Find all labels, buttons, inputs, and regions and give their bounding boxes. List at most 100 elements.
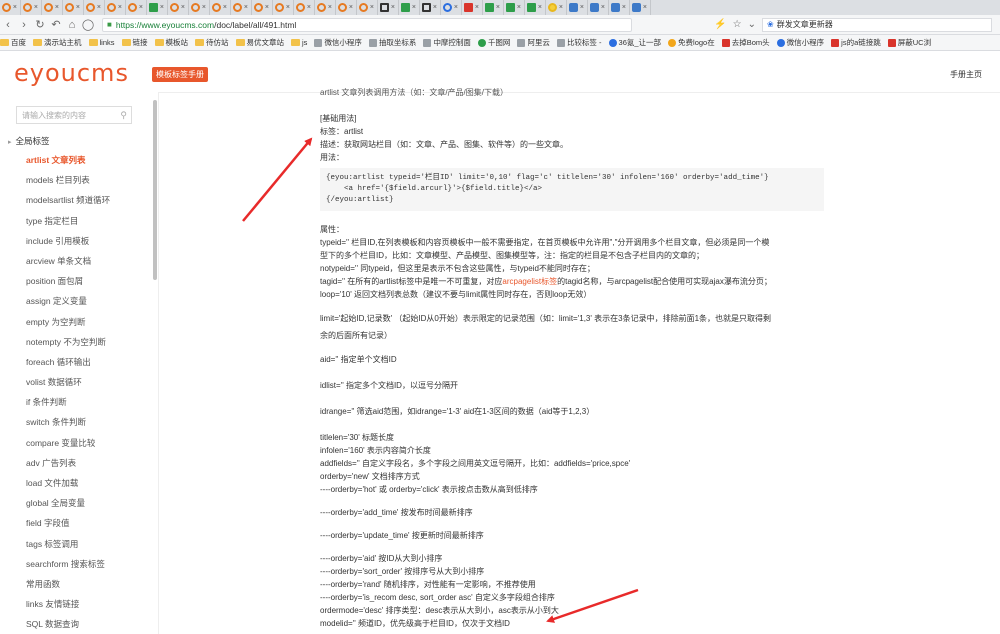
- sidebar-item[interactable]: if 条件判断: [26, 396, 110, 416]
- bookmark-item[interactable]: 链接: [121, 37, 148, 48]
- tab-close-icon[interactable]: ×: [160, 4, 164, 11]
- sidebar-item[interactable]: models 栏目列表: [26, 174, 110, 194]
- tab-close-icon[interactable]: ×: [55, 4, 59, 11]
- bookmark-item[interactable]: links: [88, 38, 115, 47]
- browser-tab[interactable]: ×: [441, 0, 462, 15]
- tab-close-icon[interactable]: ×: [559, 4, 563, 11]
- back-icon[interactable]: ‹: [0, 19, 16, 31]
- sidebar-item[interactable]: 常用函数: [26, 578, 110, 598]
- tab-close-icon[interactable]: ×: [328, 4, 332, 11]
- sidebar-item[interactable]: position 面包屑: [26, 275, 110, 295]
- tab-close-icon[interactable]: ×: [601, 4, 605, 11]
- tab-close-icon[interactable]: ×: [244, 4, 248, 11]
- browser-tab[interactable]: ×: [504, 0, 525, 15]
- manual-badge[interactable]: 模板标签手册: [152, 67, 208, 82]
- sidebar-item[interactable]: volist 数据循环: [26, 376, 110, 396]
- browser-tab[interactable]: ×: [588, 0, 609, 15]
- tab-close-icon[interactable]: ×: [307, 4, 311, 11]
- browser-tab[interactable]: ×: [63, 0, 84, 15]
- browser-tab[interactable]: ×: [609, 0, 630, 15]
- browser-tab[interactable]: ×: [483, 0, 504, 15]
- tab-close-icon[interactable]: ×: [517, 4, 521, 11]
- sidebar-search-input[interactable]: 请输入搜索的内容 ⚲: [16, 106, 132, 124]
- browser-tab[interactable]: ×: [567, 0, 588, 15]
- sidebar-item[interactable]: type 指定栏目: [26, 215, 110, 235]
- bookmark-item[interactable]: 千图网: [477, 37, 510, 48]
- sidebar-item[interactable]: field 字段值: [26, 517, 110, 537]
- bookmark-item[interactable]: 中摩控制面: [423, 37, 471, 48]
- search-icon[interactable]: ⚲: [120, 110, 127, 121]
- browser-tab[interactable]: ×: [357, 0, 378, 15]
- browser-tab[interactable]: ×: [630, 0, 651, 15]
- arcpagelist-link[interactable]: arcpagelist标签: [502, 277, 557, 286]
- browser-tab[interactable]: ×: [168, 0, 189, 15]
- sidebar-item[interactable]: load 文件加载: [26, 477, 110, 497]
- tab-close-icon[interactable]: ×: [223, 4, 227, 11]
- bookmark-item[interactable]: js: [291, 38, 307, 47]
- bookmark-item[interactable]: 比较标签 -: [556, 37, 602, 48]
- sidebar-item[interactable]: global 全局变量: [26, 497, 110, 517]
- bookmark-item[interactable]: 36氪_让一部: [608, 37, 661, 48]
- browser-tab[interactable]: ×: [210, 0, 231, 15]
- star-icon[interactable]: ☆: [733, 19, 742, 30]
- tab-close-icon[interactable]: ×: [412, 4, 416, 11]
- browser-tab[interactable]: ×: [315, 0, 336, 15]
- browser-tab[interactable]: ×: [105, 0, 126, 15]
- url-field[interactable]: ■ https://www.eyoucms.com /doc/label/all…: [102, 17, 632, 32]
- sidebar-item[interactable]: notempty 不为空判断: [26, 336, 110, 356]
- browser-tab[interactable]: ×: [420, 0, 441, 15]
- sidebar-item[interactable]: switch 条件判断: [26, 416, 110, 436]
- forward-icon[interactable]: ›: [16, 19, 32, 31]
- browser-tab[interactable]: ×: [462, 0, 483, 15]
- browser-tab[interactable]: ×: [42, 0, 63, 15]
- reload-icon[interactable]: ↻: [32, 18, 48, 31]
- bookmark-item[interactable]: 模板站: [154, 37, 188, 48]
- browser-tab[interactable]: ×: [525, 0, 546, 15]
- site-logo[interactable]: eyoucms: [14, 61, 129, 85]
- tab-close-icon[interactable]: ×: [265, 4, 269, 11]
- browser-tab[interactable]: ×: [126, 0, 147, 15]
- bookmark-item[interactable]: 微信小程序: [776, 37, 824, 48]
- browser-tab[interactable]: ×: [336, 0, 357, 15]
- tab-close-icon[interactable]: ×: [13, 4, 17, 11]
- browser-tab[interactable]: ×: [147, 0, 168, 15]
- sidebar-item[interactable]: artlist 文章列表: [26, 154, 110, 174]
- tab-close-icon[interactable]: ×: [76, 4, 80, 11]
- sidebar-item[interactable]: compare 变量比较: [26, 437, 110, 457]
- browser-tab[interactable]: ×: [378, 0, 399, 15]
- browser-tab[interactable]: ×: [546, 0, 567, 15]
- browser-tab[interactable]: ×: [252, 0, 273, 15]
- sidebar-section-global[interactable]: ▸ 全局标签: [8, 135, 50, 147]
- sidebar-item[interactable]: tags 标签调用: [26, 538, 110, 558]
- tab-close-icon[interactable]: ×: [622, 4, 626, 11]
- bookmark-item[interactable]: 微信小程序: [314, 37, 362, 48]
- tab-close-icon[interactable]: ×: [391, 4, 395, 11]
- browser-tab[interactable]: ×: [189, 0, 210, 15]
- sidebar-item[interactable]: empty 为空判断: [26, 316, 110, 336]
- tab-close-icon[interactable]: ×: [475, 4, 479, 11]
- tab-close-icon[interactable]: ×: [538, 4, 542, 11]
- tab-close-icon[interactable]: ×: [349, 4, 353, 11]
- tab-close-icon[interactable]: ×: [202, 4, 206, 11]
- browser-tab[interactable]: ×: [294, 0, 315, 15]
- sidebar-item[interactable]: modelsartlist 频道循环: [26, 194, 110, 214]
- bookmark-item[interactable]: 阿里云: [517, 37, 550, 48]
- tab-close-icon[interactable]: ×: [286, 4, 290, 11]
- tab-close-icon[interactable]: ×: [433, 4, 437, 11]
- sidebar-item[interactable]: include 引用模板: [26, 235, 110, 255]
- bookmark-item[interactable]: 演示站主机: [33, 37, 82, 48]
- browser-tab[interactable]: ×: [273, 0, 294, 15]
- sidebar-item[interactable]: searchform 搜索标签: [26, 558, 110, 578]
- bookmark-item[interactable]: 免费logo在: [668, 37, 715, 48]
- tab-close-icon[interactable]: ×: [643, 4, 647, 11]
- bookmark-item[interactable]: js的a链接跳: [831, 37, 881, 48]
- sidebar-item[interactable]: SQL 数据查询: [26, 618, 110, 634]
- tab-close-icon[interactable]: ×: [181, 4, 185, 11]
- bookmark-item[interactable]: 屏蔽UC浏: [887, 37, 931, 48]
- sidebar-item[interactable]: foreach 循环输出: [26, 356, 110, 376]
- tab-close-icon[interactable]: ×: [139, 4, 143, 11]
- tab-close-icon[interactable]: ×: [118, 4, 122, 11]
- sidebar-item[interactable]: arcview 单条文档: [26, 255, 110, 275]
- bookmark-item[interactable]: 易优文章站: [235, 37, 284, 48]
- browser-tab[interactable]: ×: [84, 0, 105, 15]
